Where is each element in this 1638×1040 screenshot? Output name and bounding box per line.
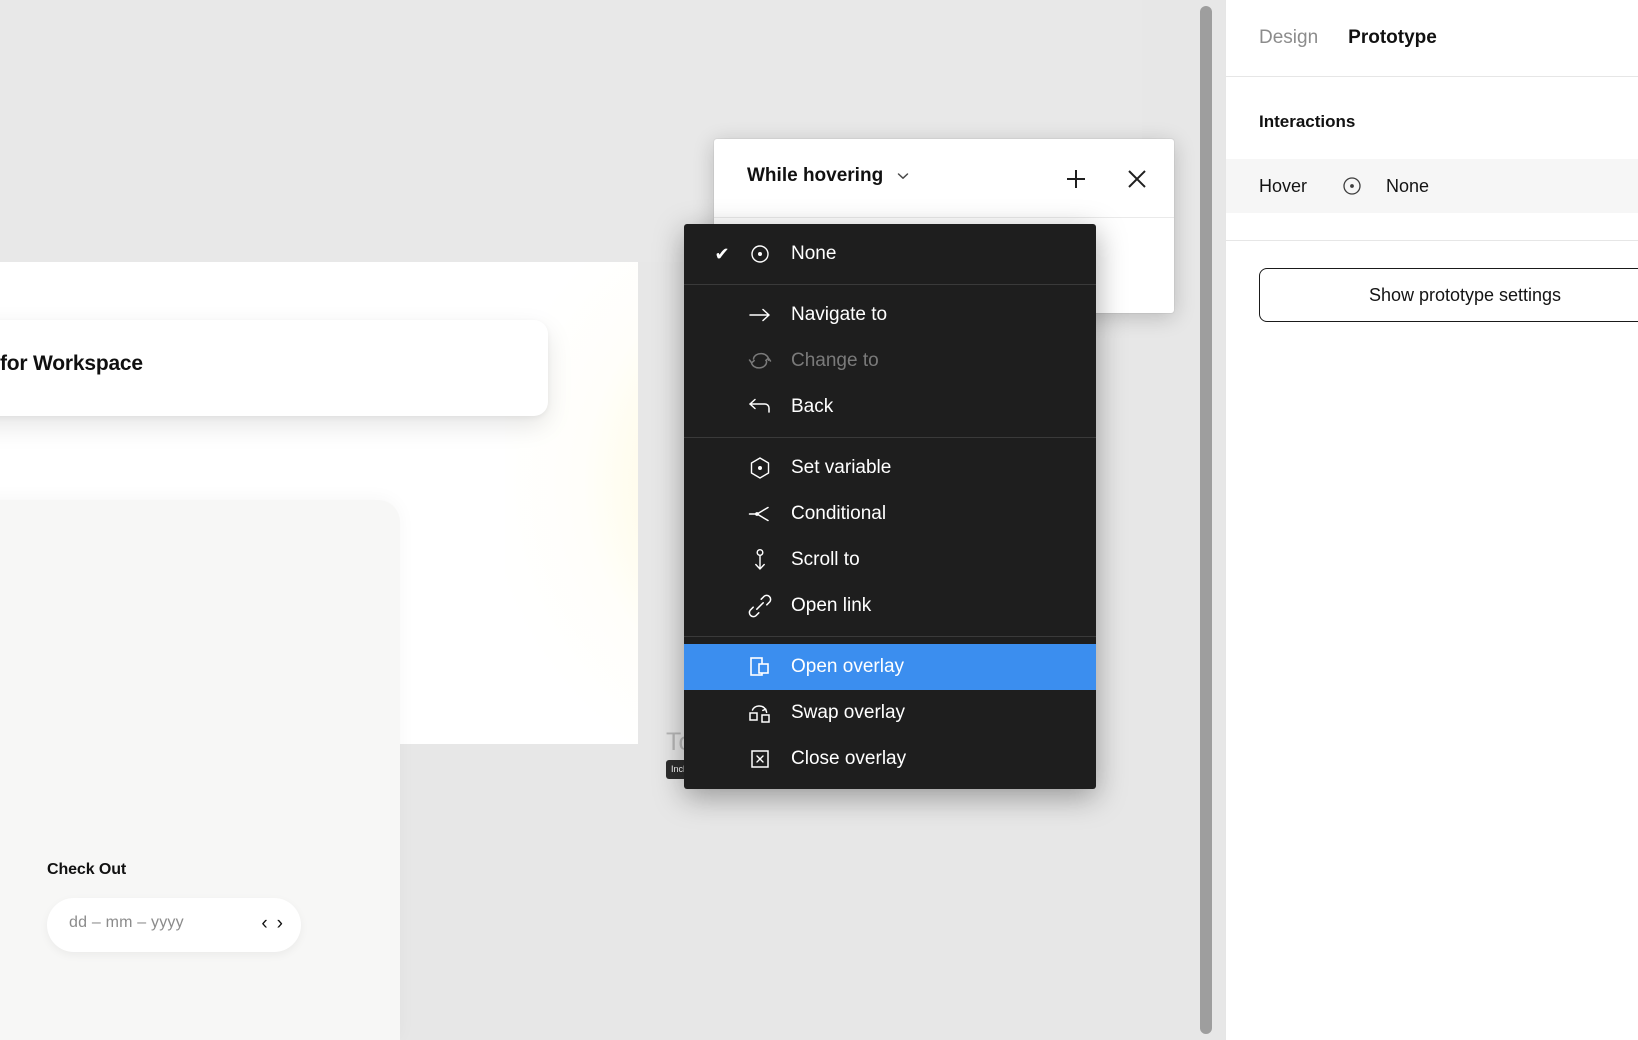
menu-item-change-to: Change to [684,338,1096,384]
menu-item-swap-overlay-label: Swap overlay [791,702,906,723]
none-icon [747,241,773,267]
arrow-back-icon [747,394,773,420]
menu-item-conditional-label: Conditional [791,503,887,524]
menu-item-open-overlay[interactable]: Open overlay [684,644,1096,690]
menu-item-none[interactable]: ✔ None [684,231,1096,277]
popup-separator [714,217,1174,218]
menu-group-navigation: Navigate to Change to Back [684,284,1096,437]
menu-item-back-label: Back [791,396,834,417]
menu-item-navigate-to[interactable]: Navigate to [684,292,1096,338]
booking-panel-card [0,500,400,1040]
conditional-icon [747,501,773,527]
menu-item-none-label: None [791,243,837,264]
swap-overlay-icon [747,700,773,726]
arrow-right-icon [747,302,773,328]
open-overlay-icon [747,654,773,680]
menu-item-open-overlay-label: Open overlay [791,656,905,677]
date-placeholder: dd – mm – yyyy [69,914,184,931]
check-out-date-field[interactable]: dd – mm – yyyy ‹ › [47,898,301,952]
none-action-icon [1341,175,1363,197]
link-icon [747,593,773,619]
panel-tab-bar: Design Prototype [1226,0,1638,77]
menu-item-close-overlay-label: Close overlay [791,748,907,769]
interaction-trigger-label: Hover [1259,175,1308,196]
trigger-dropdown-label: While hovering [747,165,884,186]
menu-item-open-link-label: Open link [791,595,872,616]
interaction-row-hover[interactable]: Hover None [1226,159,1638,213]
menu-item-back[interactable]: Back [684,384,1096,430]
menu-item-close-overlay[interactable]: Close overlay [684,736,1096,782]
check-icon: ✔ [714,243,730,264]
close-icon[interactable] [1121,163,1153,195]
tab-prototype[interactable]: Prototype [1348,27,1437,49]
hero-heading-text: for Workspace [0,352,143,375]
menu-item-change-to-label: Change to [791,350,879,371]
show-prototype-settings-button[interactable]: Show prototype settings [1259,268,1638,322]
tab-design[interactable]: Design [1259,27,1318,49]
right-sidebar: Design Prototype Interactions Hover None… [1225,0,1638,1040]
variable-hex-icon [747,455,773,481]
menu-item-swap-overlay[interactable]: Swap overlay [684,690,1096,736]
menu-item-set-variable-label: Set variable [791,457,892,478]
chevron-down-icon [895,168,911,184]
menu-item-conditional[interactable]: Conditional [684,491,1096,537]
menu-item-scroll-to-label: Scroll to [791,549,860,570]
menu-item-scroll-to[interactable]: Scroll to [684,537,1096,583]
close-overlay-icon [747,746,773,772]
add-interaction-icon[interactable] [1060,163,1092,195]
menu-group-none: ✔ None [684,224,1096,284]
interactions-section-title: Interactions [1259,112,1356,131]
change-to-icon [747,348,773,374]
action-type-menu: ✔ None Navigate to Change to Back Set va… [684,224,1096,789]
interaction-action-label: None [1386,175,1430,196]
panel-divider [1226,240,1638,241]
menu-item-open-link[interactable]: Open link [684,583,1096,629]
date-prev-icon[interactable]: ‹ [261,913,267,935]
canvas-scrollbar-thumb[interactable] [1200,6,1212,1034]
check-out-label: Check Out [47,861,127,878]
menu-item-set-variable[interactable]: Set variable [684,445,1096,491]
popup-header: While hovering [714,139,1174,217]
trigger-dropdown[interactable]: While hovering [747,165,911,187]
menu-item-navigate-to-label: Navigate to [791,304,888,325]
scroll-to-icon [747,547,773,573]
date-stepper[interactable]: ‹ › [261,913,283,935]
menu-group-overlay: Open overlay Swap overlay Close overlay [684,636,1096,789]
menu-group-advanced: Set variable Conditional Scroll to Open … [684,437,1096,636]
hero-search-bar[interactable]: for Workspace [0,320,548,416]
date-next-icon[interactable]: › [277,913,283,935]
